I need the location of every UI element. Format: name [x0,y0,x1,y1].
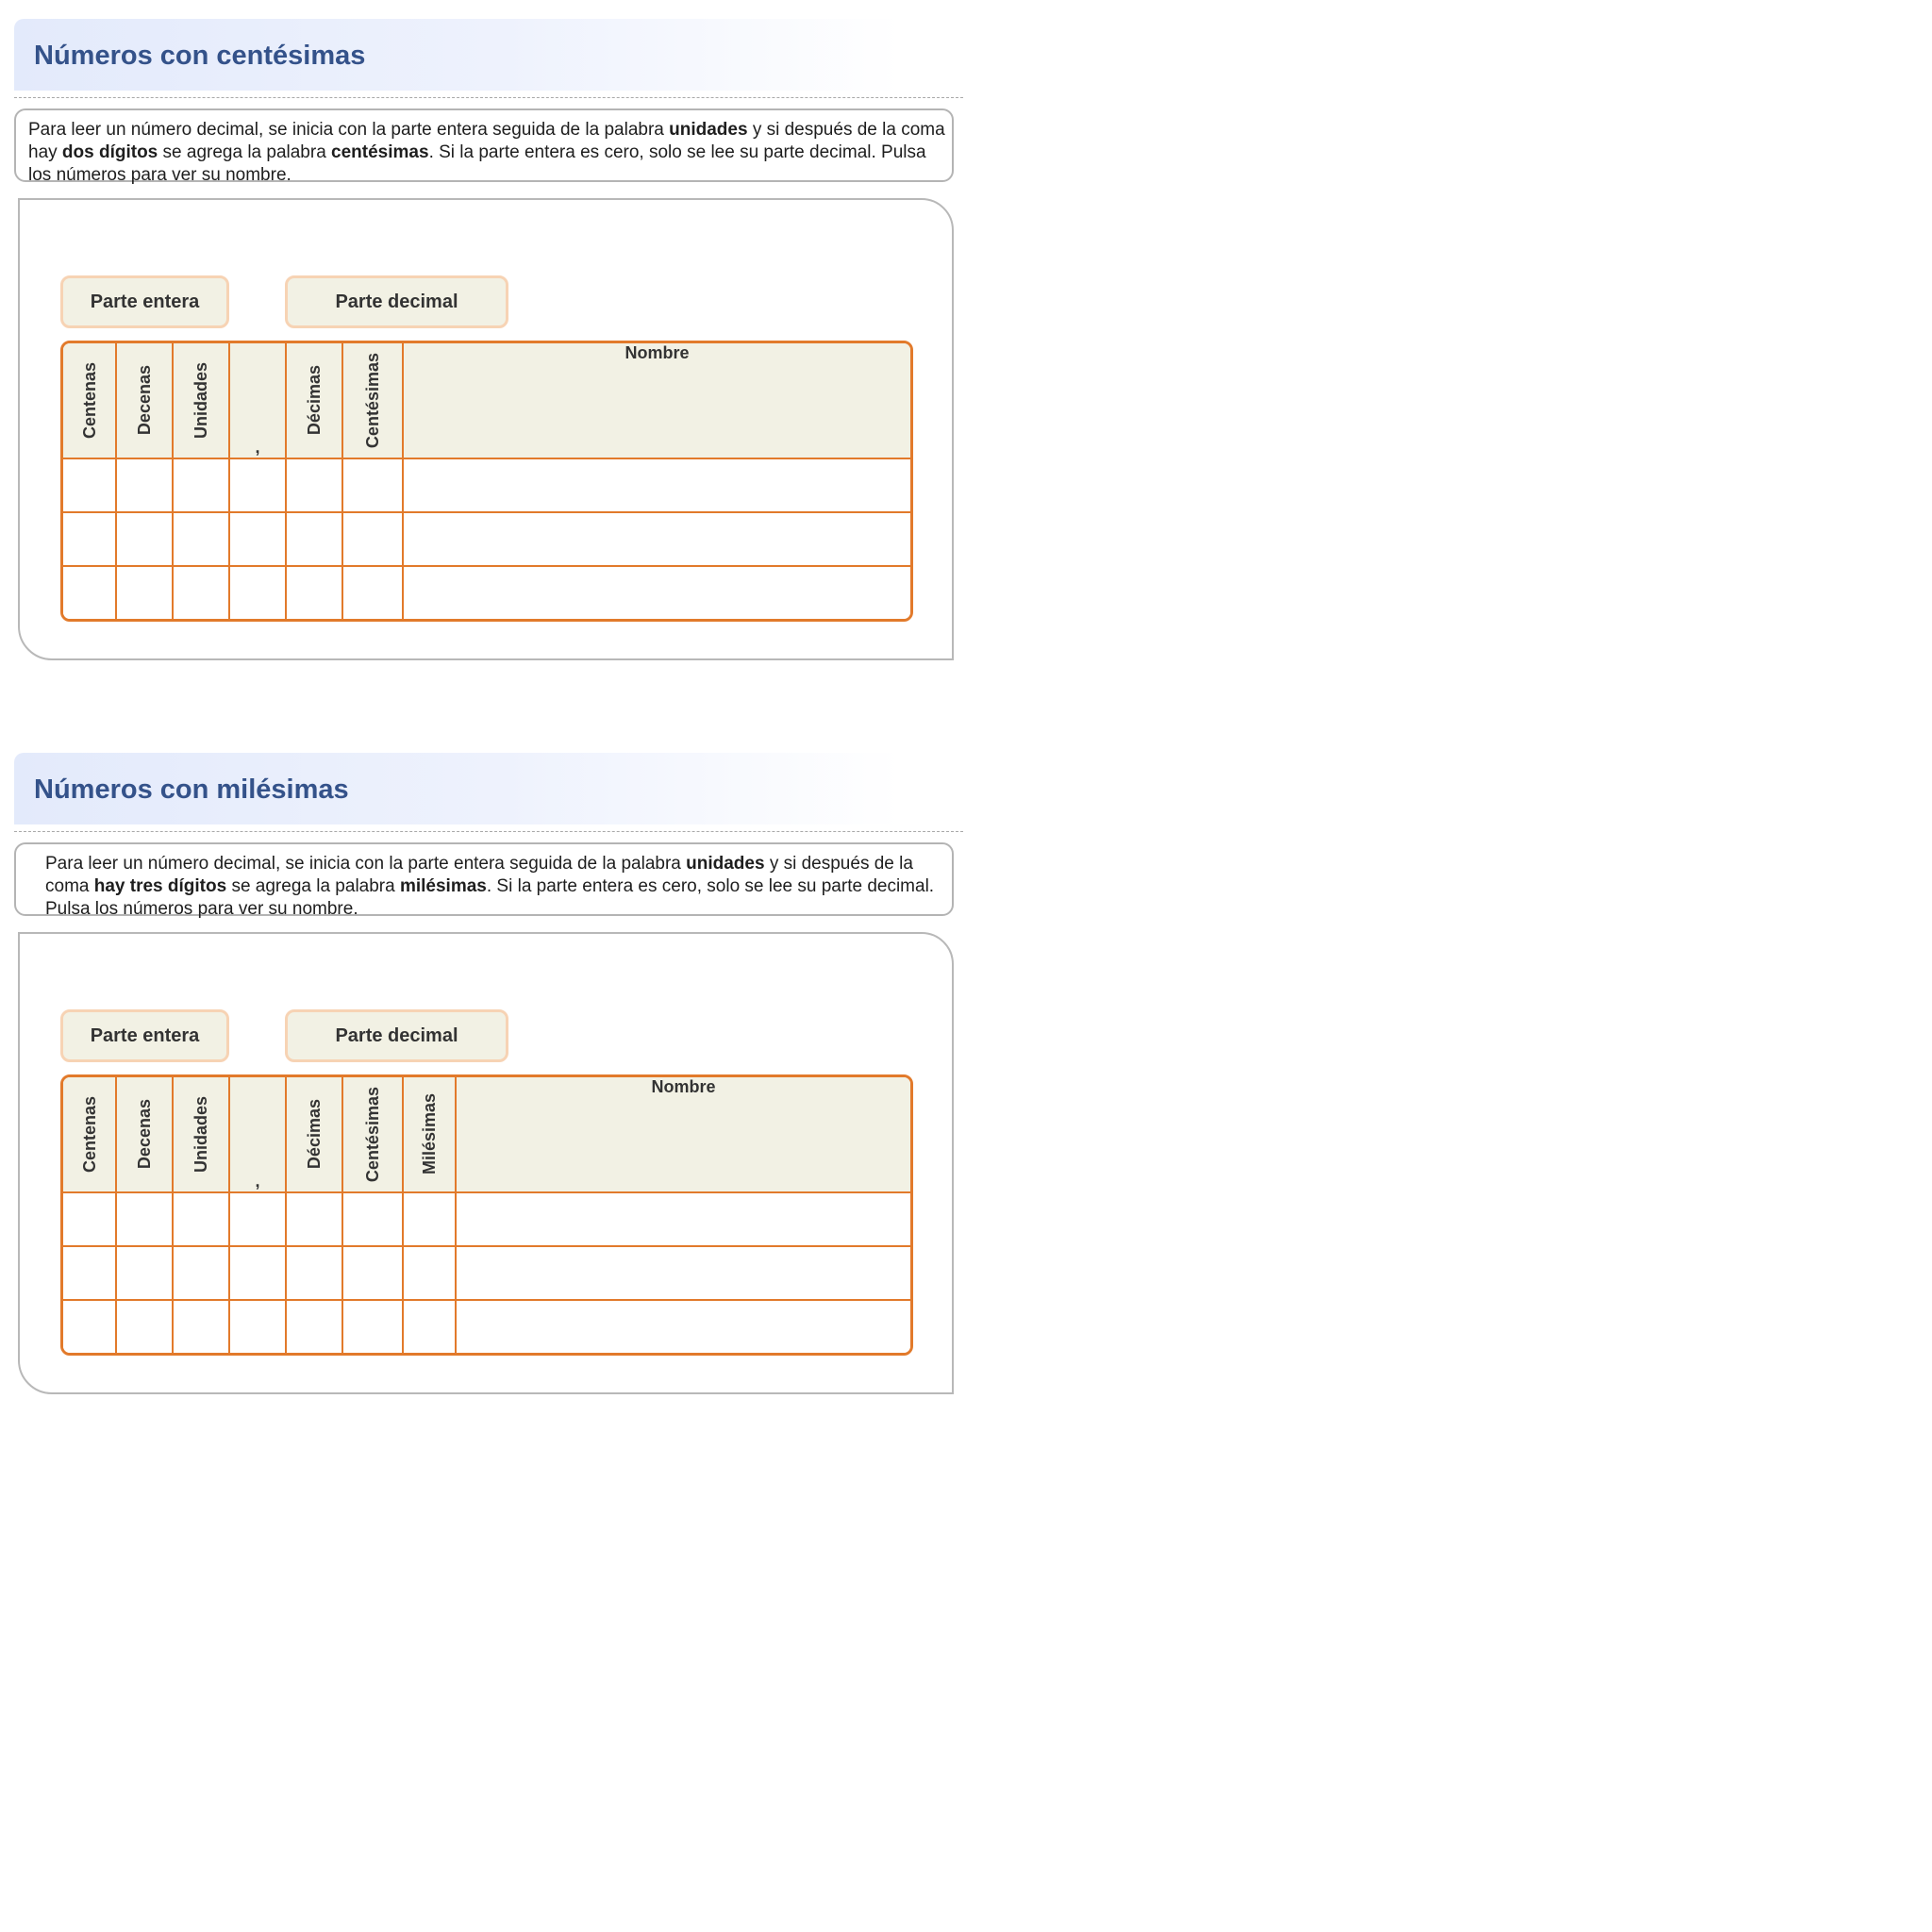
table-row [63,566,910,619]
cell-decimas[interactable] [286,1246,343,1301]
place-value-panel: Parte entera Parte decimal Centenas Dece… [18,198,954,660]
cell-comma[interactable] [229,1300,287,1353]
cell-centesimas[interactable] [342,1300,404,1353]
cell-unidades[interactable] [173,1246,230,1301]
column-header-decenas: Decenas [116,343,174,459]
column-header-centenas: Centenas [63,1077,117,1193]
cell-unidades[interactable] [173,1300,230,1353]
column-header-unidades: Unidades [173,343,230,459]
section-title: Números con milésimas [34,774,349,805]
place-value-table: Centenas Decenas Unidades , Décimas Cent… [60,341,913,622]
cell-unidades[interactable] [173,1192,230,1247]
table-row [63,1192,910,1247]
column-header-comma: , [229,343,287,459]
instructions-text: Para leer un número decimal, se inicia c… [45,854,935,919]
dashed-divider [14,831,963,832]
cell-nombre[interactable] [456,1246,910,1301]
cell-centesimas[interactable] [342,1246,404,1301]
dashed-divider [14,97,963,98]
column-header-decenas: Decenas [116,1077,174,1193]
cell-nombre[interactable] [456,1300,910,1353]
cell-centesimas[interactable] [342,1192,404,1247]
column-header-nombre: Nombre [403,343,910,459]
cell-centenas[interactable] [63,1192,117,1247]
table-row [63,1246,910,1301]
cell-milesimas[interactable] [403,1192,457,1247]
cell-decenas[interactable] [116,566,174,619]
parte-entera-button[interactable]: Parte entera [60,275,229,328]
cell-centesimas[interactable] [342,458,404,513]
cell-unidades[interactable] [173,566,230,619]
cell-nombre[interactable] [456,1192,910,1247]
parte-decimal-button[interactable]: Parte decimal [285,275,508,328]
column-header-unidades: Unidades [173,1077,230,1193]
column-header-comma: , [229,1077,287,1193]
instructions-box: Para leer un número decimal, se inicia c… [14,842,954,919]
cell-decenas[interactable] [116,1300,174,1353]
cell-comma[interactable] [229,458,287,513]
table-row [63,458,910,513]
table-header-row: Centenas Decenas Unidades , Décimas Cent… [63,343,910,459]
cell-centenas[interactable] [63,1300,117,1353]
section-title: Números con centésimas [34,41,366,71]
cell-centenas[interactable] [63,458,117,513]
cell-nombre[interactable] [403,566,910,619]
table-row [63,1300,910,1353]
column-header-centesimas: Centésimas [342,1077,404,1193]
cell-decimas[interactable] [286,512,343,567]
instructions-box: Para leer un número decimal, se inicia c… [14,108,954,185]
column-header-centenas: Centenas [63,343,117,459]
cell-decimas[interactable] [286,1300,343,1353]
instructions-text: Para leer un número decimal, se inicia c… [28,120,945,185]
cell-decimas[interactable] [286,566,343,619]
cell-decimas[interactable] [286,458,343,513]
cell-milesimas[interactable] [403,1246,457,1301]
place-value-table: Centenas Decenas Unidades , Décimas Cent… [60,1074,913,1356]
column-header-centesimas: Centésimas [342,343,404,459]
cell-comma[interactable] [229,1192,287,1247]
cell-centenas[interactable] [63,512,117,567]
cell-decenas[interactable] [116,458,174,513]
cell-comma[interactable] [229,512,287,567]
cell-centesimas[interactable] [342,566,404,619]
column-header-decimas: Décimas [286,1077,343,1193]
cell-centenas[interactable] [63,566,117,619]
cell-unidades[interactable] [173,512,230,567]
column-header-decimas: Décimas [286,343,343,459]
section-header: Números con milésimas [14,753,901,824]
section-header: Números con centésimas [14,19,901,91]
table-header-row: Centenas Decenas Unidades , Décimas Cent… [63,1077,910,1193]
cell-decenas[interactable] [116,1246,174,1301]
cell-comma[interactable] [229,566,287,619]
cell-milesimas[interactable] [403,1300,457,1353]
table-row [63,512,910,567]
cell-decenas[interactable] [116,512,174,567]
cell-decimas[interactable] [286,1192,343,1247]
cell-unidades[interactable] [173,458,230,513]
cell-comma[interactable] [229,1246,287,1301]
parte-decimal-button[interactable]: Parte decimal [285,1009,508,1062]
column-header-milesimas: Milésimas [403,1077,457,1193]
parte-entera-button[interactable]: Parte entera [60,1009,229,1062]
cell-centenas[interactable] [63,1246,117,1301]
column-header-nombre: Nombre [456,1077,910,1193]
cell-centesimas[interactable] [342,512,404,567]
cell-decenas[interactable] [116,1192,174,1247]
place-value-panel: Parte entera Parte decimal Centenas Dece… [18,932,954,1394]
cell-nombre[interactable] [403,512,910,567]
cell-nombre[interactable] [403,458,910,513]
